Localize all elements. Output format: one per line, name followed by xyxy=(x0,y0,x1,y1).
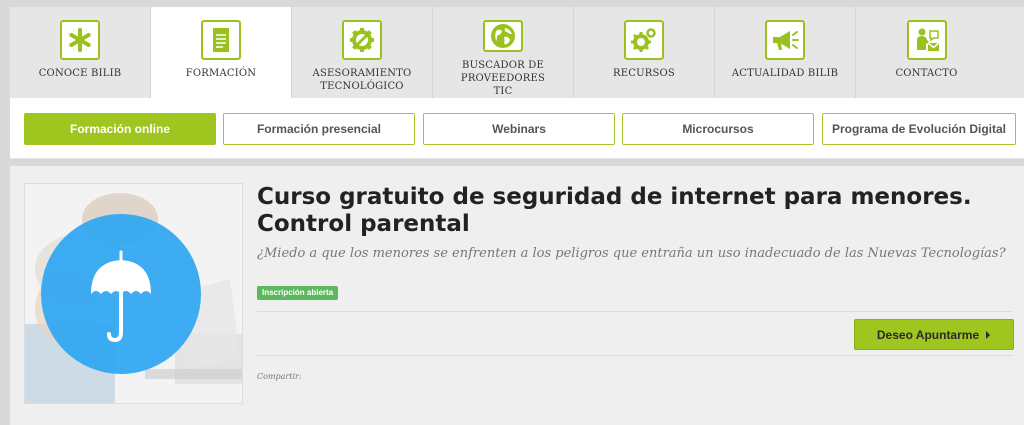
tab-microcursos[interactable]: Microcursos xyxy=(622,113,814,145)
nav-item-recursos[interactable]: RECURSOS xyxy=(574,7,715,98)
nav-label: RECURSOS xyxy=(613,68,675,79)
document-icon xyxy=(201,20,241,60)
course-title[interactable]: Curso gratuito de seguridad de internet … xyxy=(257,184,1017,238)
gears-icon xyxy=(624,20,664,60)
nav-label: FORMACIÓN xyxy=(185,68,257,79)
nav-item-formacion[interactable]: FORMACIÓN xyxy=(151,7,292,98)
contact-person-icon xyxy=(906,20,947,60)
nav-label: BUSCADOR DE PROVEEDORES TIC xyxy=(460,60,546,97)
nav-label: ACTUALIDAD BILIB xyxy=(731,68,839,79)
caret-right-icon xyxy=(986,330,991,339)
nav-item-conoce-bilib[interactable]: CONOCE BILIB xyxy=(10,7,151,98)
asterisk-icon xyxy=(60,20,100,60)
tab-webinars[interactable]: Webinars xyxy=(423,113,615,145)
nav-item-buscador[interactable]: BUSCADOR DE PROVEEDORES TIC xyxy=(433,7,574,98)
divider xyxy=(257,311,1013,312)
course-card: Curso gratuito de seguridad de internet … xyxy=(10,166,1024,425)
nav-item-asesoramiento[interactable]: ASESORAMIENTO TECNOLÓGICO xyxy=(292,7,433,98)
share-label: Compartir: xyxy=(257,372,302,381)
course-image[interactable] xyxy=(24,183,243,404)
apply-button-label: Deseo Apuntarme xyxy=(876,327,980,342)
tab-formacion-presencial[interactable]: Formación presencial xyxy=(223,113,415,145)
tab-formacion-online[interactable]: Formación online xyxy=(24,113,216,145)
status-badge: Inscripción abierta xyxy=(257,286,339,300)
nav-item-contacto[interactable]: CONTACTO xyxy=(856,7,997,98)
main-navigation: CONOCE BILIB FORMACIÓN ASESORAMIENTO TEC… xyxy=(10,7,1024,98)
globe-icon xyxy=(483,20,523,52)
megaphone-icon xyxy=(765,20,805,60)
apply-button[interactable]: Deseo Apuntarme xyxy=(854,319,1014,350)
sub-navigation: Formación online Formación presencial We… xyxy=(10,98,1024,159)
nav-label: CONOCE BILIB xyxy=(38,68,122,79)
nav-item-actualidad[interactable]: ACTUALIDAD BILIB xyxy=(715,7,856,98)
divider xyxy=(257,355,1013,356)
nav-label: CONTACTO xyxy=(895,68,958,79)
course-subtitle: ¿Miedo a que los menores se enfrenten a … xyxy=(257,246,1006,261)
nav-label: ASESORAMIENTO TECNOLÓGICO xyxy=(312,68,412,92)
tab-programa-evolucion-digital[interactable]: Programa de Evolución Digital xyxy=(822,113,1016,145)
wrench-gear-icon xyxy=(342,20,382,60)
